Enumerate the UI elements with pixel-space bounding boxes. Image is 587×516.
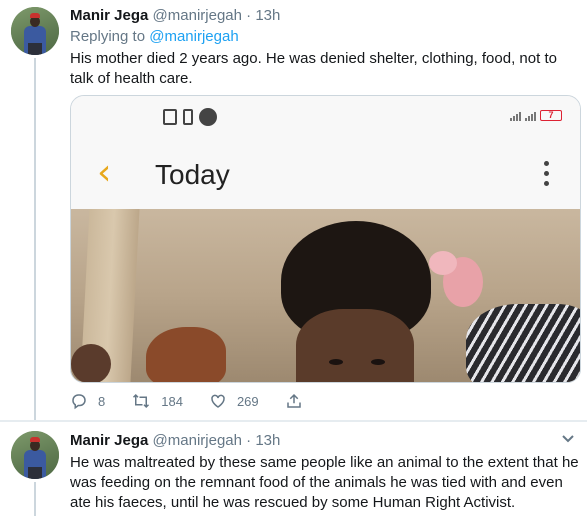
chevron-down-icon[interactable] [561,434,575,444]
author-name[interactable]: Manir Jega [70,432,148,449]
back-chevron-icon: ‹ [97,152,112,193]
thread-connector [34,58,36,420]
app-title: Today [155,159,230,190]
timestamp[interactable]: 13h [255,432,280,449]
author-handle[interactable]: @manirjegah [153,7,242,24]
retweet-button[interactable]: 184 [131,392,183,410]
tweet-text-line: talk of health care. [70,70,193,87]
share-button[interactable] [285,392,313,410]
phone-app-bar: ‹ Today [71,141,580,209]
tweet-media-image[interactable]: 7 ‹ Today [70,95,581,383]
avatar[interactable] [11,7,59,55]
battery-small-icon [183,109,193,125]
signal-icon [510,112,521,121]
tweet-text-line: He was maltreated by these same people l… [70,454,579,471]
photo-boy-with-animals [71,209,580,382]
reply-prefix: Replying to [70,28,146,45]
thread-connector [34,482,36,516]
tweet-header: Manir Jega @manirjegah · 13h [70,6,280,26]
tweet-text-line: ate his faeces, until he was rescued by … [70,494,516,511]
author-name[interactable]: Manir Jega [70,7,148,24]
retweet-count: 184 [161,393,183,409]
tweet-1[interactable]: Manir Jega @manirjegah · 13h Replying to… [0,0,587,420]
signal-icon [525,112,536,121]
retweet-icon [133,393,150,409]
share-icon [286,393,301,408]
tweet-text-line: was feeding on the remnant food of the a… [70,474,563,491]
phone-status-bar: 7 [71,96,580,141]
separator: · [246,432,252,449]
tweet-text: He was maltreated by these same people l… [70,453,579,513]
reply-count: 8 [98,393,106,409]
separator: · [246,7,252,24]
reply-button[interactable]: 8 [70,392,105,410]
author-handle[interactable]: @manirjegah [153,432,242,449]
tweet-2[interactable]: Manir Jega @manirjegah · 13h He was malt… [0,422,587,516]
tweet-text-line: His mother died 2 years ago. He was deni… [70,50,557,67]
tweet-header: Manir Jega @manirjegah · 13h [70,431,280,451]
record-icon [199,108,217,126]
like-button[interactable]: 269 [209,392,259,410]
tweet-text: His mother died 2 years ago. He was deni… [70,49,557,89]
more-vertical-icon [544,161,550,191]
battery-icon: 7 [540,110,562,121]
timestamp[interactable]: 13h [255,7,280,24]
gallery-icon [163,109,177,125]
tweet-actions: 8 184 269 [70,392,339,410]
heart-icon [211,394,225,408]
reply-context: Replying to @manirjegah [70,28,239,45]
reply-handle-link[interactable]: @manirjegah [149,28,238,45]
avatar[interactable] [11,431,59,479]
reply-icon [72,394,86,410]
like-count: 269 [236,393,259,409]
